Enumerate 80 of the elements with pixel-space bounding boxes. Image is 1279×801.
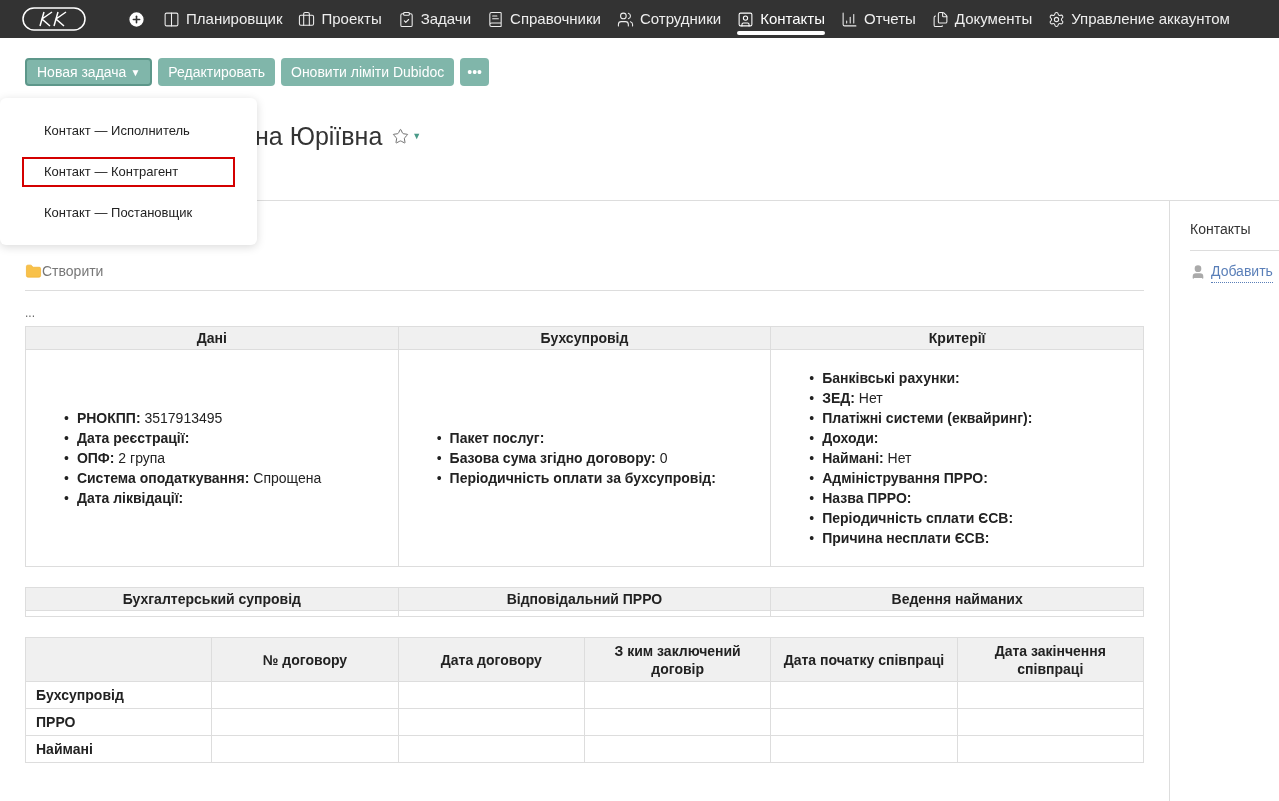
field-item: Дата ліквідації: (76, 489, 184, 508)
ellipsis-text: ... (25, 306, 36, 320)
logo-icon[interactable] (22, 7, 86, 31)
bullet: • (809, 509, 815, 528)
nav-item[interactable]: Задачи (389, 0, 480, 38)
briefcase-icon (298, 10, 316, 28)
column-header: Бухгалтерський супровід (25, 587, 399, 611)
sidebar-title: Контакты (1190, 219, 1279, 251)
clipboard-icon (397, 10, 415, 28)
nav-item[interactable]: Контакты (729, 0, 833, 38)
folder-icon (25, 263, 42, 280)
star-icon[interactable] (392, 128, 410, 146)
field-item: Періодичність оплати за бухсупровід: (449, 469, 716, 488)
column-header: Дані (25, 326, 399, 350)
columns-icon (163, 10, 180, 28)
column-header: Ведення найманих (770, 587, 1144, 611)
field-item: Банківські рахунки: (822, 369, 960, 388)
field-item: Причина несплати ЄСВ: (822, 529, 990, 548)
nav-item[interactable]: Отчеты (833, 0, 924, 38)
field-item: Пакет послуг: (449, 429, 545, 448)
contact-card-icon (737, 10, 755, 28)
field-item: Доходи: (822, 429, 879, 448)
nav-item[interactable]: Справочники (479, 0, 609, 38)
bullet: • (809, 429, 815, 448)
gear-icon (1048, 10, 1066, 28)
files-icon (931, 10, 949, 28)
menu-item[interactable]: Контакт — Исполнитель (22, 115, 235, 146)
bullet: • (436, 449, 442, 468)
column-header: Критерії (770, 326, 1144, 350)
nav-item[interactable]: Документы (923, 0, 1041, 38)
field-item: Система оподаткування: Спрощена (76, 469, 322, 488)
field-item: Дата реєстрації: (76, 429, 190, 448)
field-item: ОПФ: 2 група (76, 449, 166, 468)
bullet: • (64, 469, 69, 488)
create-link[interactable]: Створити (42, 261, 104, 282)
column-header: № договору (211, 637, 399, 682)
bullet: • (64, 409, 69, 428)
nav-item[interactable]: Сотрудники (608, 0, 730, 38)
row-header: Наймані (25, 735, 212, 763)
row-header: ПРРО (25, 708, 212, 736)
nav-item[interactable]: Управление аккаунтом (1040, 0, 1238, 38)
bullet: • (64, 489, 69, 508)
add-contact-link[interactable]: Добавить (1211, 261, 1273, 283)
field-item: Наймані: Нет (822, 449, 912, 468)
bullet: • (809, 489, 815, 508)
contact-title: на Юріївна (255, 121, 383, 152)
column-header: Дата договору (398, 637, 585, 682)
bullet: • (436, 429, 442, 448)
bullet: • (64, 449, 69, 468)
person-icon (1190, 264, 1206, 280)
bullet: • (64, 429, 69, 448)
bullet: • (436, 469, 442, 488)
field-item: Базова сума згідно договору: 0 (449, 449, 668, 468)
row-header: Бухсупровід (25, 681, 212, 709)
column-header: Бухсупровід (398, 326, 771, 350)
users-icon (616, 10, 634, 28)
bullet: • (809, 409, 815, 428)
nav-item[interactable]: Проекты (290, 0, 390, 38)
add-icon[interactable] (127, 9, 146, 29)
bullet: • (809, 389, 815, 408)
bullet: • (809, 369, 815, 388)
caret-icon: ▼ (130, 64, 141, 80)
column-header: З ким заключений договір (584, 637, 771, 682)
menu-item[interactable]: Контакт — Постановщик (22, 197, 235, 228)
field-item: Платіжні системи (еквайринг): (822, 409, 1033, 428)
field-item: Назва ПРРО: (822, 489, 912, 508)
field-item: Адміністрування ПРРО: (822, 469, 988, 488)
book-icon (487, 10, 505, 28)
menu-item[interactable]: Контакт — Контрагент (22, 156, 235, 187)
field-item: Періодичність сплати ЄСВ: (822, 509, 1014, 528)
field-item: РНОКПП: 3517913495 (76, 409, 223, 428)
field-item: ЗЕД: Нет (822, 389, 883, 408)
column-header: Дата закінчення співпраці (957, 637, 1144, 682)
bullet: • (809, 469, 815, 488)
bullet: • (809, 529, 815, 548)
column-header: Дата початку співпраці (770, 637, 958, 682)
nav-item[interactable]: Планировщик (155, 0, 291, 38)
chart-icon (841, 10, 858, 28)
bullet: • (809, 449, 815, 468)
column-header: Відповідальний ПРРО (398, 587, 771, 611)
